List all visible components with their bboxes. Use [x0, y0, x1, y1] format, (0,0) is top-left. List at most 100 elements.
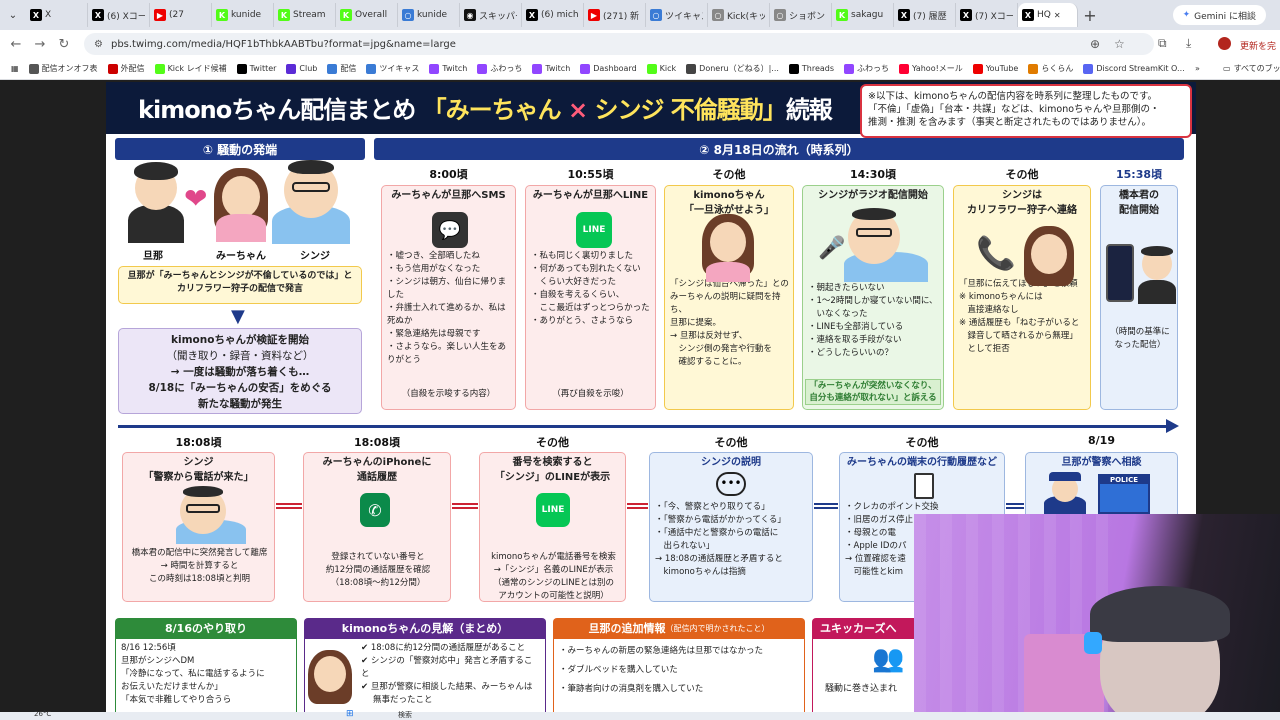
- bookmark-18[interactable]: Discord StreamKit O...: [1078, 63, 1189, 74]
- bookmark-favicon-icon: [972, 63, 983, 74]
- all-bookmarks-folder[interactable]: ▭ すべてのブッ: [1218, 63, 1280, 74]
- address-bar[interactable]: ⚙ pbs.twimg.com/media/HQF1bThbkAABTbu?fo…: [84, 33, 1154, 55]
- bookmark-favicon-icon: [327, 63, 338, 74]
- more-bookmarks-icon[interactable]: »: [1190, 64, 1205, 73]
- tab-title: (27: [169, 10, 184, 20]
- time-label: その他: [714, 436, 748, 449]
- bookmark-15[interactable]: Yahoo!メール: [894, 63, 968, 74]
- tab-favicon-icon: ○: [650, 9, 662, 21]
- sms-icon: 💬: [432, 212, 468, 248]
- tab-search-chevron-icon[interactable]: ⌄: [0, 2, 26, 28]
- tab-title: HQ: [1037, 10, 1051, 20]
- weather-widget[interactable]: 26°C: [34, 710, 51, 718]
- tab-title: kunide: [417, 10, 448, 20]
- gemini-icon: ✦: [1182, 10, 1191, 20]
- bookmark-favicon-icon: [532, 63, 543, 74]
- tab-favicon-icon: X: [1022, 9, 1034, 21]
- bookmark-3[interactable]: Twitter: [232, 63, 282, 74]
- tab-title: ツイキャス: [665, 11, 703, 22]
- tab-14[interactable]: X (7) 履歴: [894, 3, 956, 27]
- site-info-icon[interactable]: ⚙: [94, 39, 103, 50]
- tab-4[interactable]: K Stream: [274, 3, 336, 27]
- bookmark-label: Club: [299, 64, 318, 73]
- tab-title: (6) mich: [541, 10, 579, 20]
- tab-2[interactable]: ▶ (27: [150, 3, 212, 27]
- bookmarks-bar: ▦ 配信オンオフ表 外配信 Kick レイド候補 Twitter Club 配信 ツイキャス…: [0, 58, 1280, 80]
- b3-header: 旦那の追加情報 （配信内で明かされたこと）: [553, 618, 805, 638]
- tab-8[interactable]: X (6) mich: [522, 3, 584, 27]
- tab-favicon-icon: ○: [774, 9, 786, 21]
- time-label: その他: [536, 436, 569, 449]
- bookmark-favicon-icon: [1028, 63, 1039, 74]
- extensions-icon[interactable]: ⧉: [1158, 36, 1167, 51]
- bookmark-label: Twitch: [545, 64, 571, 73]
- new-tab-button[interactable]: +: [1078, 6, 1102, 25]
- clipboard-icon: [914, 473, 934, 499]
- bookmark-11[interactable]: Kick: [642, 63, 682, 74]
- tab-9[interactable]: ▶ (271) 新: [584, 3, 646, 27]
- tab-title: スキッパー: [479, 11, 517, 22]
- tab-favicon-icon: K: [836, 9, 848, 21]
- bookmark-favicon-icon: [580, 63, 591, 74]
- bookmark-label: Discord StreamKit O...: [1096, 64, 1185, 73]
- apps-icon[interactable]: ▦: [6, 64, 24, 73]
- tab-15[interactable]: X (7) Xコー: [956, 3, 1018, 27]
- tab-12[interactable]: ○ ショボン: [770, 3, 832, 27]
- bookmark-favicon-icon: [646, 63, 657, 74]
- tab-6[interactable]: ○ kunide: [398, 3, 460, 27]
- bookmark-14[interactable]: ふわっち: [839, 63, 894, 74]
- bookmark-9[interactable]: Twitch: [527, 63, 575, 74]
- close-tab-icon[interactable]: ✕: [1054, 11, 1061, 20]
- people-icon: 👥: [872, 644, 905, 674]
- bookmark-7[interactable]: Twitch: [424, 63, 472, 74]
- bookmark-0[interactable]: 配信オンオフ表: [24, 63, 103, 74]
- tab-7[interactable]: ◉スキッパー: [460, 3, 522, 27]
- bookmark-17[interactable]: らくらん: [1023, 63, 1078, 74]
- start-icon[interactable]: ⊞: [346, 709, 354, 719]
- tab-3[interactable]: Kkunide: [212, 3, 274, 27]
- tab-5[interactable]: K Overall: [336, 3, 398, 27]
- bookmark-4[interactable]: Club: [281, 63, 322, 74]
- bookmark-6[interactable]: ツイキャス: [361, 63, 424, 74]
- tab-favicon-icon: ▶: [154, 9, 166, 21]
- bookmark-2[interactable]: Kick レイド候補: [150, 63, 232, 74]
- gemini-button[interactable]: ✦ Gemini に相談: [1172, 5, 1266, 25]
- b3-box: ・みーちゃんの新居の緊急連絡先は旦那ではなかった ・ダブルベッドを購入していた ・筆…: [553, 638, 805, 714]
- tab-favicon-icon: K: [216, 9, 228, 21]
- bookmark-16[interactable]: YouTube: [968, 63, 1024, 74]
- update-button[interactable]: 更新を完: [1240, 39, 1276, 52]
- tab-0[interactable]: XX: [26, 3, 88, 27]
- taskbar-search[interactable]: 検索: [398, 710, 412, 720]
- forward-icon[interactable]: →: [28, 37, 52, 52]
- url-text: pbs.twimg.com/media/HQF1bThbkAABTbu?form…: [110, 38, 456, 50]
- bookmark-1[interactable]: 外配信: [103, 63, 150, 74]
- tab-11[interactable]: ○ Kick(キッ: [708, 3, 770, 27]
- tab-favicon-icon: X: [960, 9, 972, 21]
- bookmark-10[interactable]: Dashboard: [575, 63, 641, 74]
- back-icon[interactable]: ←: [4, 37, 28, 52]
- tab-title: sakagu: [851, 10, 884, 20]
- speech-bubble-icon: •••: [716, 472, 746, 496]
- bookmark-favicon-icon: [28, 63, 39, 74]
- bookmark-13[interactable]: Threads: [784, 63, 839, 74]
- tab-13[interactable]: Ksakagu: [832, 3, 894, 27]
- tab-favicon-icon: ◉: [464, 9, 476, 21]
- tab-title: (271) 新: [603, 11, 640, 22]
- check-1: ✔ 18:08に約12分間の通話履歴があること: [361, 643, 526, 653]
- bookmark-label: Twitter: [249, 64, 277, 73]
- download-icon[interactable]: ⤓: [1186, 36, 1191, 51]
- tab-16[interactable]: X HQ ✕: [1018, 3, 1078, 27]
- tab-10[interactable]: ○ツイキャス: [646, 3, 708, 27]
- infographic-title: kimonoちゃん配信まとめ 「みーちゃん × シンジ 不倫騒動」続報: [138, 96, 833, 124]
- bookmark-12[interactable]: Doneru（どねる）|...: [681, 63, 784, 74]
- avatar[interactable]: [1218, 37, 1231, 50]
- bookmark-label: Yahoo!メール: [912, 64, 963, 73]
- bookmark-5[interactable]: 配信: [322, 63, 361, 74]
- tab-1[interactable]: X (6) Xコー: [88, 3, 150, 27]
- zoom-icon[interactable]: ⊕: [1090, 37, 1100, 51]
- reload-icon[interactable]: ↻: [52, 37, 76, 52]
- tab-title: Overall: [355, 10, 388, 20]
- check-2: ✔ シンジの「警察対応中」発言と矛盾すること: [361, 656, 533, 679]
- star-icon[interactable]: ☆: [1114, 37, 1125, 51]
- bookmark-8[interactable]: ふわっち: [472, 63, 527, 74]
